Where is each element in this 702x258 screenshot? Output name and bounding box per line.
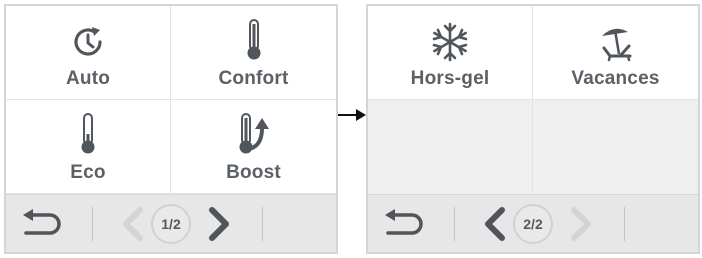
divider xyxy=(624,207,625,241)
page-indicator: 2/2 xyxy=(513,204,553,244)
divider xyxy=(92,207,93,241)
thermometer-low-icon xyxy=(81,112,95,153)
divider xyxy=(454,207,455,241)
clock-refresh-icon xyxy=(74,26,102,56)
chevron-left-icon[interactable] xyxy=(118,206,148,242)
empty-tile xyxy=(368,100,533,194)
mode-label: Hors-gel xyxy=(410,67,490,89)
thermometer-boost-icon xyxy=(239,112,269,153)
chevron-left-icon[interactable] xyxy=(480,206,510,242)
mode-tile-hors-gel[interactable]: Hors-gel xyxy=(368,6,533,100)
mode-tile-boost[interactable]: Boost xyxy=(171,100,336,194)
right-arrow-icon xyxy=(338,109,366,121)
mode-label: Vacances xyxy=(571,67,660,89)
mode-tile-vacances[interactable]: Vacances xyxy=(533,6,698,100)
page-indicator: 1/2 xyxy=(151,204,191,244)
navigation-bar: 1/2 xyxy=(6,194,336,252)
mode-label: Boost xyxy=(226,161,281,183)
mode-label: Eco xyxy=(70,161,106,183)
mode-grid: Hors-gel Vacances xyxy=(368,6,698,194)
return-arrow-icon[interactable] xyxy=(20,208,64,240)
beach-lounger-icon xyxy=(601,28,631,61)
mode-label: Auto xyxy=(65,67,111,89)
mode-grid: Auto Confort Eco Boost xyxy=(6,6,336,194)
divider xyxy=(262,207,263,241)
mode-tile-auto[interactable]: Auto xyxy=(6,6,171,100)
mode-tile-eco[interactable]: Eco xyxy=(6,100,171,194)
mode-label: Confort xyxy=(218,67,289,89)
chevron-right-icon[interactable] xyxy=(204,206,234,242)
chevron-right-icon[interactable] xyxy=(566,206,596,242)
mode-tile-confort[interactable]: Confort xyxy=(171,6,336,100)
empty-tile xyxy=(533,100,698,194)
snowflake-icon xyxy=(432,22,468,61)
return-arrow-icon[interactable] xyxy=(382,208,426,240)
navigation-bar: 2/2 xyxy=(368,194,698,252)
mode-screen-page-2: Hors-gel Vacances 2/2 xyxy=(366,4,700,254)
mode-screen-page-1: Auto Confort Eco Boost 1/2 xyxy=(4,4,338,254)
thermometer-icon xyxy=(247,18,260,59)
